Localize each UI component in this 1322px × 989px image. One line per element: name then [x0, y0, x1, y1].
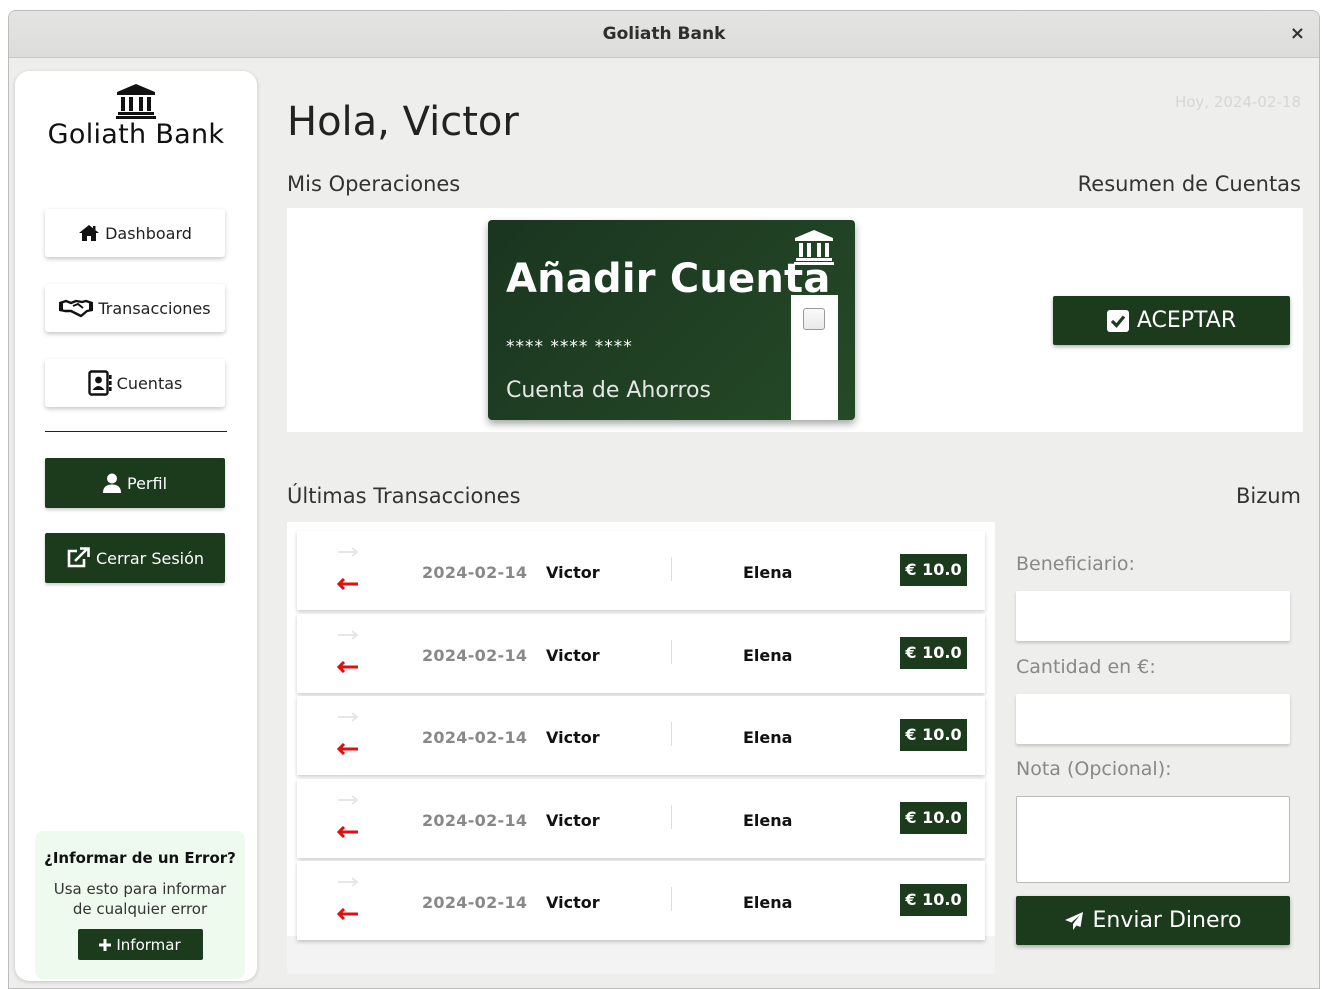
transaction-sender: Victor: [546, 893, 600, 912]
profile-button[interactable]: Perfil: [45, 458, 225, 508]
outgoing-arrow-icon: [338, 877, 359, 887]
logo-text: Goliath Bank: [47, 119, 225, 150]
contact-card-icon: [87, 370, 112, 396]
window-title: Goliath Bank: [602, 24, 726, 44]
incoming-arrow-icon: [337, 825, 358, 838]
transaction-row[interactable]: 2024-02-14 Victor Elena € 10.0: [297, 778, 985, 858]
note-textarea[interactable]: [1016, 796, 1290, 883]
transaction-amount-badge: € 10.0: [900, 884, 967, 916]
card-number: **** **** ****: [506, 337, 633, 357]
nav-cuentas-button[interactable]: Cuentas: [45, 359, 225, 407]
sidebar: Goliath Bank Dashboard Transacciones Cue…: [15, 71, 257, 981]
transaction-amount-badge: € 10.0: [900, 636, 967, 669]
close-button[interactable]: ×: [1290, 11, 1305, 57]
greeting-heading: Hola, Victor: [287, 99, 519, 145]
logout-label: Cerrar Sesión: [95, 548, 205, 568]
beneficiary-label: Beneficiario:: [1016, 553, 1135, 575]
summary-section-label: Resumen de Cuentas: [1077, 172, 1301, 196]
outgoing-arrow-icon: [338, 547, 359, 557]
transactions-panel-footer: [287, 936, 995, 974]
transaction-date: 2024-02-14: [422, 563, 528, 582]
transaction-recipient: Elena: [743, 728, 793, 747]
logout-button[interactable]: Cerrar Sesión: [45, 533, 225, 583]
user-icon: [102, 473, 121, 493]
incoming-arrow-icon: [337, 660, 358, 673]
transaction-recipient: Elena: [743, 645, 793, 665]
incoming-arrow-icon: [337, 908, 358, 920]
transaction-amount-badge: € 10.0: [900, 554, 967, 586]
profile-label: Perfil: [126, 473, 168, 493]
outgoing-arrow-icon: [338, 794, 359, 805]
check-square-icon: [1106, 309, 1129, 332]
card-title: Añadir Cuenta: [506, 256, 831, 302]
accept-button[interactable]: ACEPTAR: [1053, 296, 1290, 345]
transaction-sender: Victor: [546, 563, 600, 582]
plus-icon: [99, 938, 112, 951]
outgoing-arrow-icon: [338, 629, 359, 640]
operations-panel: Añadir Cuenta **** **** **** Cuenta de A…: [287, 208, 1303, 432]
logo: Goliath Bank: [15, 83, 257, 150]
home-icon: [79, 225, 100, 241]
transaction-sender: Victor: [546, 645, 600, 665]
report-title: ¿Informar de un Error?: [44, 849, 236, 867]
transaction-amount-badge: € 10.0: [900, 719, 967, 751]
transaction-row[interactable]: 2024-02-14 Victor Elena € 10.0: [297, 696, 985, 775]
handshake-icon: [59, 299, 94, 318]
transaction-row[interactable]: 2024-02-14 Victor Elena € 10.0: [297, 613, 985, 693]
today-date: Hoy, 2024-02-18: [1174, 93, 1301, 111]
transaction-amount-badge: € 10.0: [900, 801, 967, 834]
add-account-card[interactable]: Añadir Cuenta **** **** **** Cuenta de A…: [488, 220, 855, 420]
transaction-date: 2024-02-14: [422, 645, 528, 665]
amount-input[interactable]: [1016, 694, 1290, 744]
nav-dashboard-label: Dashboard: [105, 223, 192, 243]
title-bar: Goliath Bank ×: [9, 11, 1319, 58]
sidebar-divider: [45, 431, 227, 432]
transaction-divider: [671, 804, 672, 829]
note-label: Nota (Opcional):: [1016, 758, 1172, 780]
send-money-button[interactable]: Enviar Dinero: [1016, 896, 1290, 945]
nav-cuentas-label: Cuentas: [116, 373, 183, 393]
transaction-divider: [671, 639, 672, 664]
transaction-date: 2024-02-14: [422, 728, 528, 747]
nav-dashboard-button[interactable]: Dashboard: [45, 209, 225, 257]
card-side-strip: [791, 295, 838, 420]
transactions-section-label: Últimas Transacciones: [287, 484, 521, 508]
beneficiary-input[interactable]: [1016, 591, 1290, 641]
transaction-recipient: Elena: [743, 810, 793, 830]
accept-label: ACEPTAR: [1136, 308, 1237, 333]
incoming-arrow-icon: [337, 578, 358, 590]
nav-transacciones-label: Transacciones: [98, 298, 211, 318]
card-checkbox[interactable]: [803, 308, 825, 330]
incoming-arrow-icon: [337, 743, 358, 755]
card-bank-icon: [794, 230, 834, 265]
transaction-recipient: Elena: [743, 563, 793, 582]
app-window: Goliath Bank × Goliath Bank Dashboard Tr…: [8, 10, 1320, 989]
transaction-divider: [671, 722, 672, 746]
external-link-icon: [67, 547, 90, 568]
transaction-divider: [671, 887, 672, 911]
bank-icon: [116, 84, 156, 119]
transaction-sender: Victor: [546, 728, 600, 747]
bizum-section-label: Bizum: [1235, 484, 1301, 508]
paper-plane-icon: [1065, 911, 1084, 930]
report-button[interactable]: Informar: [77, 929, 203, 960]
report-description: Usa esto para informar de cualquier erro…: [53, 880, 227, 918]
transaction-row[interactable]: 2024-02-14 Victor Elena € 10.0: [297, 531, 985, 610]
transaction-date: 2024-02-14: [422, 810, 528, 830]
transaction-recipient: Elena: [743, 893, 793, 912]
transaction-date: 2024-02-14: [422, 893, 528, 912]
report-button-label: Informar: [116, 935, 181, 954]
nav-transacciones-button[interactable]: Transacciones: [45, 284, 225, 332]
send-money-label: Enviar Dinero: [1092, 908, 1242, 933]
card-account-type: Cuenta de Ahorros: [506, 378, 711, 403]
transaction-sender: Victor: [546, 810, 600, 830]
report-error-box: ¿Informar de un Error? Usa esto para inf…: [35, 831, 245, 979]
outgoing-arrow-icon: [338, 712, 359, 722]
ops-section-label: Mis Operaciones: [287, 172, 461, 196]
amount-label: Cantidad en €:: [1016, 656, 1156, 678]
transaction-row[interactable]: 2024-02-14 Victor Elena € 10.0: [297, 861, 985, 940]
transaction-divider: [671, 557, 672, 581]
